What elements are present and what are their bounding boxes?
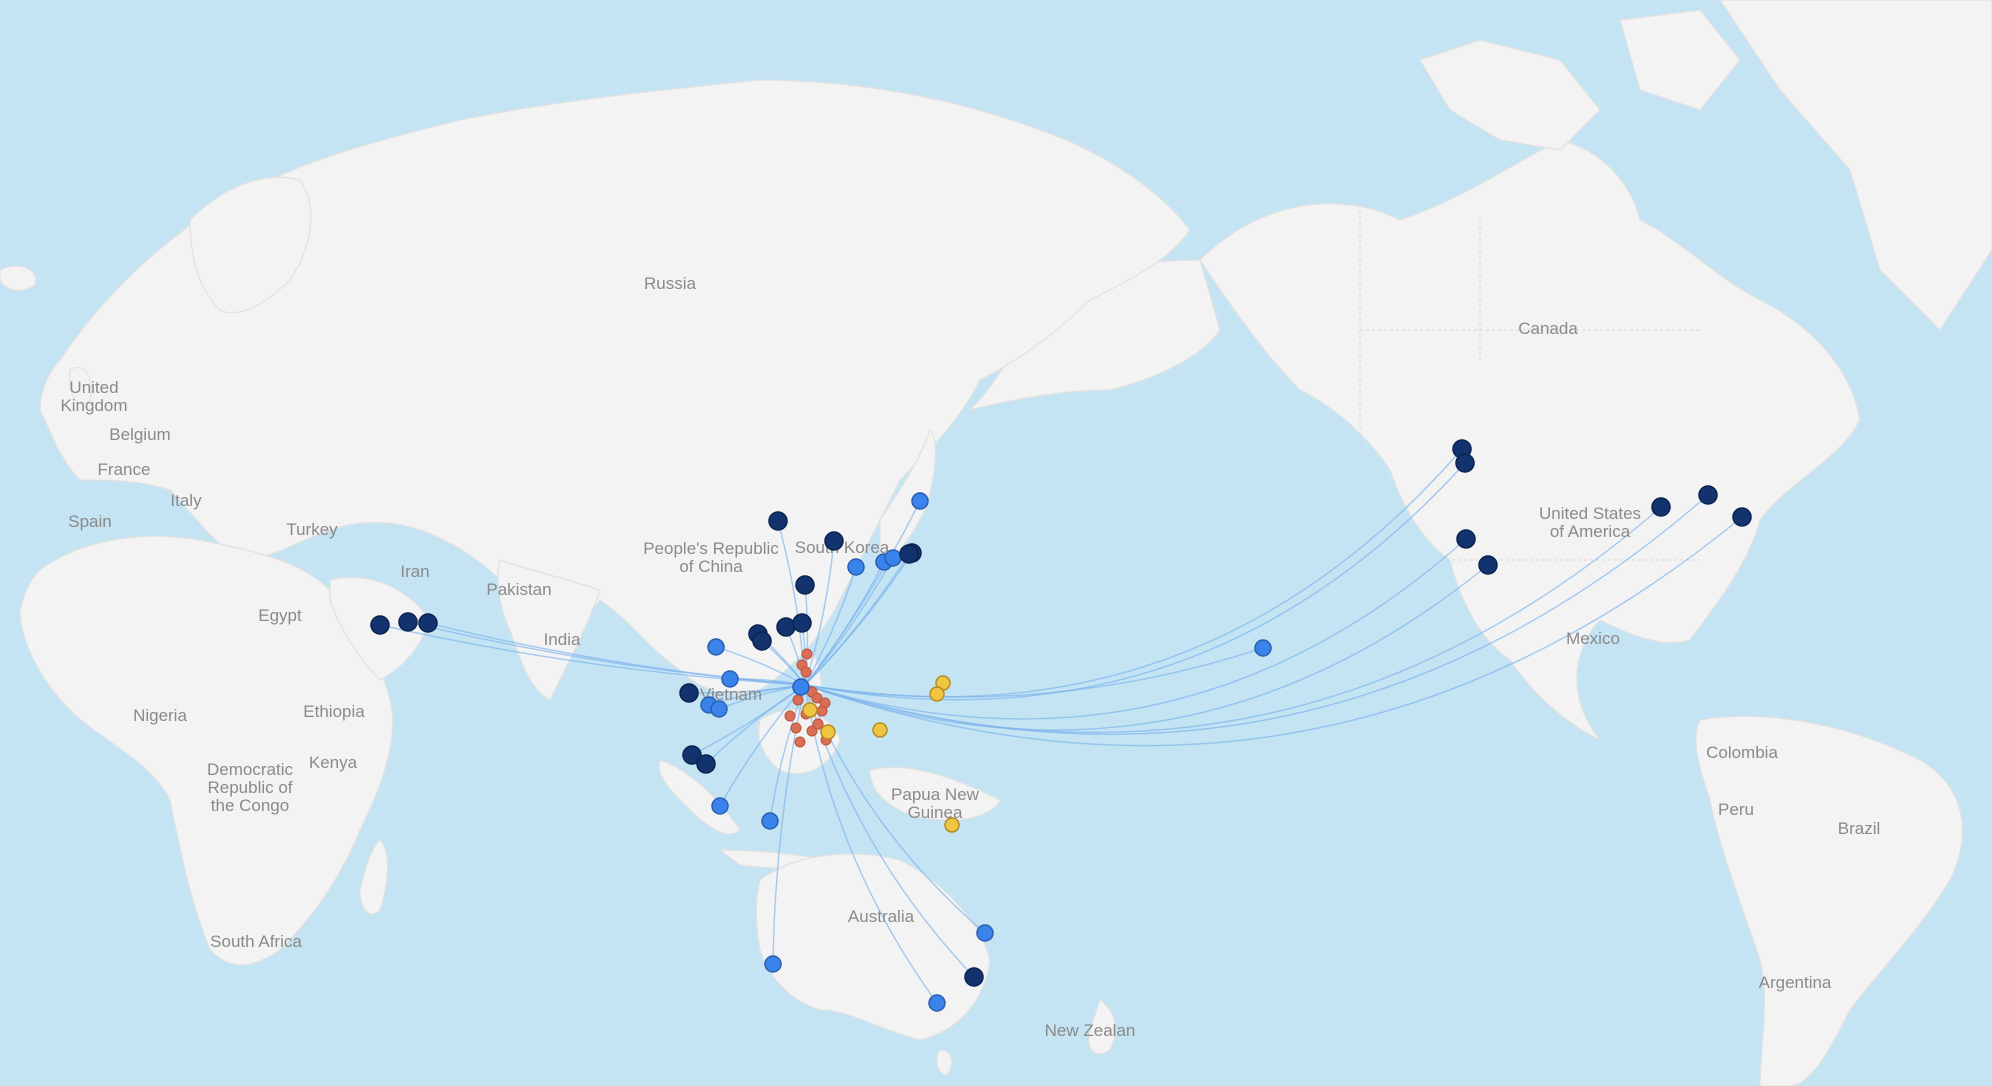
airport-marker-international[interactable] — [707, 638, 725, 656]
label-united-kingdom-2: Kingdom — [60, 396, 127, 415]
airport-marker-local[interactable] — [801, 648, 813, 660]
iceland — [0, 265, 37, 292]
airport-marker-major[interactable] — [795, 575, 815, 595]
label-new-zealand: New Zealan — [1045, 1021, 1136, 1040]
label-spain: Spain — [68, 512, 111, 531]
airport-marker-major[interactable] — [1455, 453, 1475, 473]
airport-marker-international[interactable] — [761, 812, 779, 830]
airport-marker-international[interactable] — [710, 700, 728, 718]
label-usa-2: of America — [1550, 522, 1631, 541]
label-kenya: Kenya — [309, 753, 358, 772]
label-egypt: Egypt — [258, 606, 302, 625]
world-map[interactable]: Russia Canada United Kingdom Belgium Fra… — [0, 0, 1992, 1086]
label-china: People's Republic — [643, 539, 779, 558]
airport-marker-major[interactable] — [1456, 529, 1476, 549]
label-russia: Russia — [644, 274, 697, 293]
label-canada: Canada — [1518, 319, 1578, 338]
airport-marker-international[interactable] — [911, 492, 929, 510]
label-argentina: Argentina — [1759, 973, 1832, 992]
label-usa: United States — [1539, 504, 1641, 523]
airport-marker-local[interactable] — [792, 694, 804, 706]
airport-marker-local[interactable] — [812, 718, 824, 730]
airport-marker-major[interactable] — [679, 683, 699, 703]
label-drc: Democratic — [207, 760, 293, 779]
label-china-2: of China — [679, 557, 743, 576]
airport-marker-major[interactable] — [768, 511, 788, 531]
label-ethiopia: Ethiopia — [303, 702, 365, 721]
airport-marker-regional[interactable] — [802, 702, 818, 718]
label-png: Papua New — [891, 785, 980, 804]
label-mexico: Mexico — [1566, 629, 1620, 648]
airport-marker-major[interactable] — [370, 615, 390, 635]
airport-marker-international[interactable] — [1254, 639, 1272, 657]
airport-marker-international[interactable] — [847, 558, 865, 576]
label-belgium: Belgium — [109, 425, 170, 444]
airport-marker-local[interactable] — [816, 705, 828, 717]
airport-marker-international[interactable] — [928, 994, 946, 1012]
airport-marker-major[interactable] — [899, 544, 919, 564]
airport-marker-major[interactable] — [964, 967, 984, 987]
airport-marker-regional[interactable] — [929, 686, 945, 702]
label-pakistan: Pakistan — [486, 580, 551, 599]
airport-marker-major[interactable] — [1478, 555, 1498, 575]
label-italy: Italy — [170, 491, 202, 510]
airport-marker-regional[interactable] — [944, 817, 960, 833]
airport-marker-regional[interactable] — [820, 724, 836, 740]
airport-marker-regional[interactable] — [872, 722, 888, 738]
airport-marker-major[interactable] — [824, 531, 844, 551]
airport-marker-international[interactable] — [721, 670, 739, 688]
airport-marker-major[interactable] — [696, 754, 716, 774]
label-united-kingdom: United — [69, 378, 118, 397]
airport-marker-major[interactable] — [398, 612, 418, 632]
airport-marker-local[interactable] — [800, 666, 812, 678]
label-drc-3: the Congo — [211, 796, 289, 815]
airport-marker-local[interactable] — [784, 710, 796, 722]
airport-marker-major[interactable] — [752, 631, 772, 651]
airport-marker-international[interactable] — [792, 678, 810, 696]
label-drc-2: Republic of — [207, 778, 292, 797]
label-australia: Australia — [848, 907, 915, 926]
airport-marker-local[interactable] — [794, 736, 806, 748]
label-brazil: Brazil — [1838, 819, 1881, 838]
airport-marker-major[interactable] — [418, 613, 438, 633]
label-iran: Iran — [400, 562, 429, 581]
airport-marker-international[interactable] — [884, 549, 902, 567]
label-colombia: Colombia — [1706, 743, 1778, 762]
label-peru: Peru — [1718, 800, 1754, 819]
airport-marker-major[interactable] — [1698, 485, 1718, 505]
label-south-africa: South Africa — [210, 932, 302, 951]
airport-marker-international[interactable] — [764, 955, 782, 973]
airport-marker-major[interactable] — [776, 617, 796, 637]
label-turkey: Turkey — [286, 520, 338, 539]
label-india: India — [544, 630, 581, 649]
label-france: France — [98, 460, 151, 479]
label-nigeria: Nigeria — [133, 706, 187, 725]
airport-marker-international[interactable] — [711, 797, 729, 815]
airport-marker-major[interactable] — [1732, 507, 1752, 527]
airport-marker-major[interactable] — [792, 613, 812, 633]
airport-marker-international[interactable] — [976, 924, 994, 942]
airport-marker-local[interactable] — [790, 722, 802, 734]
airport-marker-major[interactable] — [1651, 497, 1671, 517]
